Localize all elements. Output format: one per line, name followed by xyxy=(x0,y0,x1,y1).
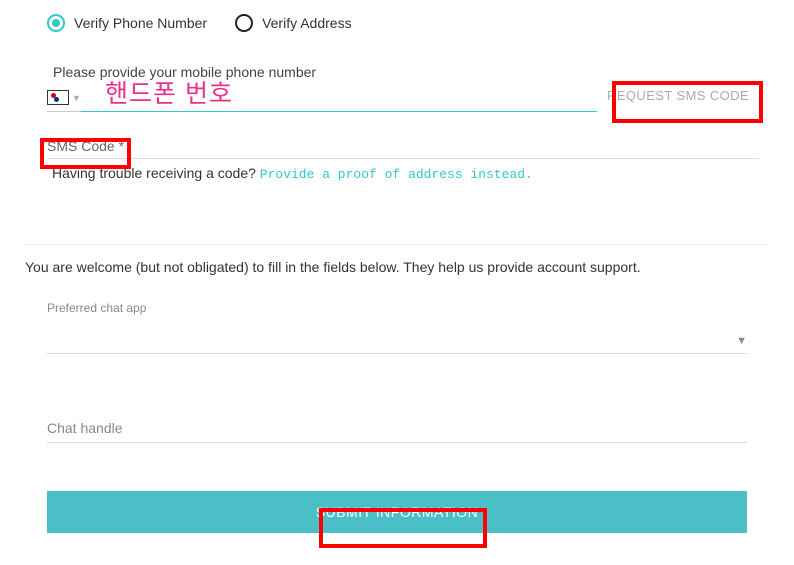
sms-code-label: SMS Code * xyxy=(47,138,124,154)
chevron-down-icon: ▼ xyxy=(72,93,81,103)
chevron-down-icon: ▼ xyxy=(736,335,747,347)
optional-intro: You are welcome (but not obligated) to f… xyxy=(25,259,769,275)
country-select[interactable]: ▼ xyxy=(47,90,81,112)
sms-code-field[interactable]: SMS Code * xyxy=(47,138,759,159)
submit-button[interactable]: SUBMIT INFORMATION xyxy=(47,491,747,533)
verify-phone-option[interactable]: Verify Phone Number xyxy=(47,14,207,32)
phone-input[interactable] xyxy=(81,87,597,112)
radio-icon xyxy=(47,14,65,32)
flag-icon xyxy=(47,90,69,105)
verify-method-radios: Verify Phone Number Verify Address xyxy=(47,14,769,32)
verify-address-label: Verify Address xyxy=(262,15,352,31)
verify-phone-label: Verify Phone Number xyxy=(74,15,207,31)
trouble-row: Having trouble receiving a code? Provide… xyxy=(52,165,769,182)
proof-of-address-link[interactable]: Provide a proof of address instead. xyxy=(260,167,533,182)
request-sms-button[interactable]: REQUEST SMS CODE xyxy=(597,82,759,112)
chat-handle-block xyxy=(47,420,747,443)
trouble-text: Having trouble receiving a code? xyxy=(52,165,260,181)
phone-input-row: ▼ 핸드폰 번호 REQUEST SMS CODE xyxy=(47,82,759,112)
preferred-chat-label: Preferred chat app xyxy=(47,301,747,315)
chat-handle-input[interactable] xyxy=(47,420,747,436)
radio-icon xyxy=(235,14,253,32)
verify-address-option[interactable]: Verify Address xyxy=(235,14,352,32)
section-divider xyxy=(25,244,769,245)
preferred-chat-dropdown[interactable]: ▼ xyxy=(47,335,747,354)
preferred-chat-block: Preferred chat app ▼ xyxy=(47,301,747,354)
phone-prompt: Please provide your mobile phone number xyxy=(53,64,769,80)
